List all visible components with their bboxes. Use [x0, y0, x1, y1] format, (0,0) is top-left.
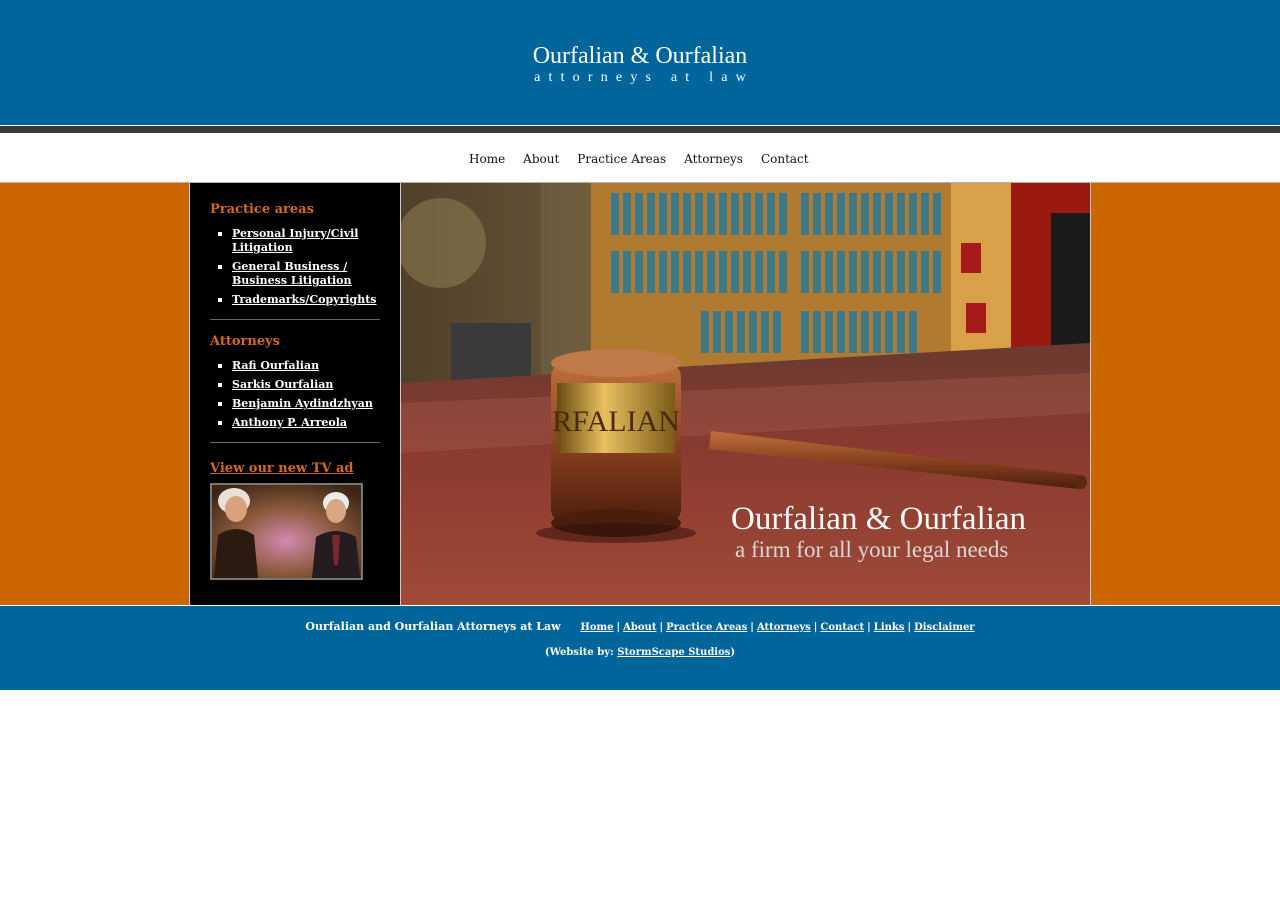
nav-item-practice-areas[interactable]: Practice Areas: [577, 152, 666, 166]
hero-caption: Ourfalian & Ourfalian a firm for all you…: [731, 501, 1071, 563]
tv-ad-thumbnail[interactable]: [210, 483, 363, 580]
attorney-link-benjamin[interactable]: Benjamin Aydindzhyan: [232, 397, 373, 410]
attorney-item-rafi: Rafi Ourfalian: [210, 359, 380, 373]
attorney-link-rafi[interactable]: Rafi Ourfalian: [232, 359, 319, 372]
footer-separator: |: [813, 622, 818, 633]
tv-ad-link[interactable]: View our new TV ad: [210, 461, 354, 476]
nav-list: Home About Practice Areas Attorneys Cont…: [469, 152, 827, 166]
attorney-item-benjamin: Benjamin Aydindzhyan: [210, 397, 380, 411]
footer-link-attorneys[interactable]: Attorneys: [757, 622, 811, 633]
footer-credit: (Website by: StormScape Studios): [0, 647, 1280, 658]
attorney-link-sarkis[interactable]: Sarkis Ourfalian: [232, 378, 333, 391]
practice-areas-heading: Practice areas: [210, 202, 314, 217]
hero-tagline: a firm for all your legal needs: [735, 537, 1009, 562]
practice-link-general-business[interactable]: General Business / Business Litigation: [232, 260, 351, 287]
logo-tagline: attorneys at law: [534, 70, 754, 85]
nav-item-about[interactable]: About: [523, 152, 559, 166]
logo-name: Ourfalian & Ourfalian: [532, 43, 748, 69]
footer-link-practice-areas[interactable]: Practice Areas: [666, 622, 747, 633]
footer-credit-link[interactable]: StormScape Studios: [617, 647, 730, 658]
header-bar: [0, 126, 1280, 133]
footer-separator: |: [907, 622, 912, 633]
footer-link-disclaimer[interactable]: Disclaimer: [914, 622, 974, 633]
practice-item-personal-injury: Personal Injury/Civil Litigation: [210, 227, 380, 255]
main-content: Practice areas Personal Injury/Civil Lit…: [0, 183, 1280, 605]
practice-item-general-business: General Business / Business Litigation: [210, 260, 380, 288]
tv-ad-thumbnail-image: [212, 485, 361, 578]
nav-item-contact[interactable]: Contact: [761, 152, 809, 166]
attorney-item-sarkis: Sarkis Ourfalian: [210, 378, 380, 392]
main-nav: Home About Practice Areas Attorneys Cont…: [0, 133, 1280, 182]
hero-firm-name: Ourfalian & Ourfalian: [731, 501, 1027, 537]
footer-link-contact[interactable]: Contact: [820, 622, 864, 633]
site-logo[interactable]: Ourfalian & Ourfalian attorneys at law: [440, 42, 840, 86]
attorney-item-anthony: Anthony P. Arreola: [210, 416, 380, 430]
attorneys-list: Rafi Ourfalian Sarkis Ourfalian Benjamin…: [210, 359, 380, 430]
practice-item-trademarks: Trademarks/Copyrights: [210, 293, 380, 307]
footer-links-row: Ourfalian and Ourfalian Attorneys at Law…: [0, 620, 1280, 633]
nav-item-attorneys[interactable]: Attorneys: [684, 152, 743, 166]
gavel-plate-text: RFALIAN: [552, 405, 680, 438]
footer-credit-suffix: ): [730, 647, 736, 658]
attorneys-heading: Attorneys: [210, 334, 280, 349]
footer-link-about[interactable]: About: [623, 622, 656, 633]
sidebar-divider: [210, 319, 380, 320]
footer-separator: |: [616, 622, 621, 633]
hero-image: RFALIAN Ourfalian & Ourfalian a firm for…: [401, 183, 1091, 605]
footer-separator: |: [750, 622, 754, 633]
site-header: Ourfalian & Ourfalian attorneys at law: [0, 0, 1280, 125]
footer-link-links[interactable]: Links: [874, 622, 905, 633]
practice-link-trademarks[interactable]: Trademarks/Copyrights: [232, 293, 377, 306]
footer-separator: |: [659, 622, 664, 633]
site-footer: Ourfalian and Ourfalian Attorneys at Law…: [0, 606, 1280, 690]
attorney-link-anthony[interactable]: Anthony P. Arreola: [232, 416, 347, 429]
footer-company-name: Ourfalian and Ourfalian Attorneys at Law: [305, 620, 561, 633]
practice-link-personal-injury[interactable]: Personal Injury/Civil Litigation: [232, 227, 358, 254]
sidebar-divider: [210, 442, 380, 443]
practice-areas-list: Personal Injury/Civil Litigation General…: [210, 227, 380, 307]
footer-separator: |: [867, 622, 871, 633]
nav-item-home[interactable]: Home: [469, 152, 505, 166]
footer-link-home[interactable]: Home: [580, 622, 613, 633]
sidebar: Practice areas Personal Injury/Civil Lit…: [189, 183, 401, 605]
footer-credit-prefix: (Website by:: [544, 647, 618, 658]
